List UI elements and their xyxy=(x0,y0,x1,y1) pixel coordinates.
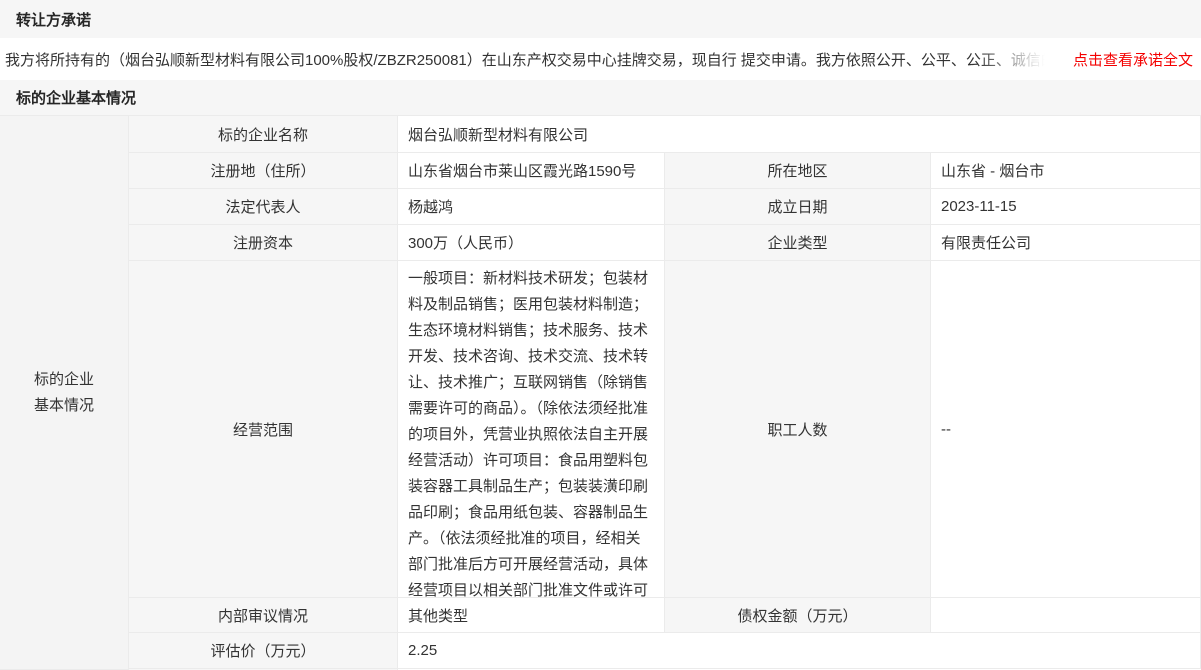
value-registered-address: 山东省烟台市莱山区霞光路1590号 xyxy=(398,153,665,189)
label-legal-representative: 法定代表人 xyxy=(129,189,398,225)
label-employee-count: 职工人数 xyxy=(665,261,931,598)
section-title: 标的企业基本情况 xyxy=(16,87,136,108)
value-region: 山东省 - 烟台市 xyxy=(931,153,1201,189)
section-title: 转让方承诺 xyxy=(16,9,91,30)
value-debt-amount xyxy=(931,598,1201,633)
value-business-scope: 一般项目：新材料技术研发；包装材料及制品销售；医用包装材料制造；生态环境材料销售… xyxy=(398,261,665,598)
value-legal-representative: 杨越鸿 xyxy=(398,189,665,225)
label-business-scope: 经营范围 xyxy=(129,261,398,598)
label-internal-review: 内部审议情况 xyxy=(129,598,398,633)
view-full-commitment-link[interactable]: 点击查看承诺全文 xyxy=(1073,49,1193,70)
commitment-text: 我方将所持有的（烟台弘顺新型材料有限公司100%股权/ZBZR250081）在山… xyxy=(5,49,1067,70)
label-company-name: 标的企业名称 xyxy=(129,116,398,153)
row-group-label: 标的企业 基本情况 xyxy=(0,116,129,670)
label-region: 所在地区 xyxy=(665,153,931,189)
value-internal-review: 其他类型 xyxy=(398,598,665,633)
row-group-label-line2: 基本情况 xyxy=(34,393,94,419)
company-basic-info-table: 标的企业 基本情况 标的企业名称 烟台弘顺新型材料有限公司 注册地（住所） 山东… xyxy=(0,115,1201,670)
value-employee-count: -- xyxy=(931,261,1201,598)
section-header-transferor-commitment: 转让方承诺 xyxy=(0,0,1201,38)
row-group-label-line1: 标的企业 xyxy=(34,367,94,393)
label-enterprise-type: 企业类型 xyxy=(665,225,931,261)
value-establish-date: 2023-11-15 xyxy=(931,189,1201,225)
value-registered-capital: 300万（人民币） xyxy=(398,225,665,261)
value-appraisal-price: 2.25 xyxy=(398,633,1201,669)
value-company-name: 烟台弘顺新型材料有限公司 xyxy=(398,116,1201,153)
label-appraisal-price: 评估价（万元） xyxy=(129,633,398,669)
label-registered-address: 注册地（住所） xyxy=(129,153,398,189)
label-establish-date: 成立日期 xyxy=(665,189,931,225)
label-debt-amount: 债权金额（万元） xyxy=(665,598,931,633)
label-registered-capital: 注册资本 xyxy=(129,225,398,261)
commitment-summary-row: 我方将所持有的（烟台弘顺新型材料有限公司100%股权/ZBZR250081）在山… xyxy=(0,38,1201,80)
section-header-target-basic-info: 标的企业基本情况 xyxy=(0,80,1201,115)
value-enterprise-type: 有限责任公司 xyxy=(931,225,1201,261)
